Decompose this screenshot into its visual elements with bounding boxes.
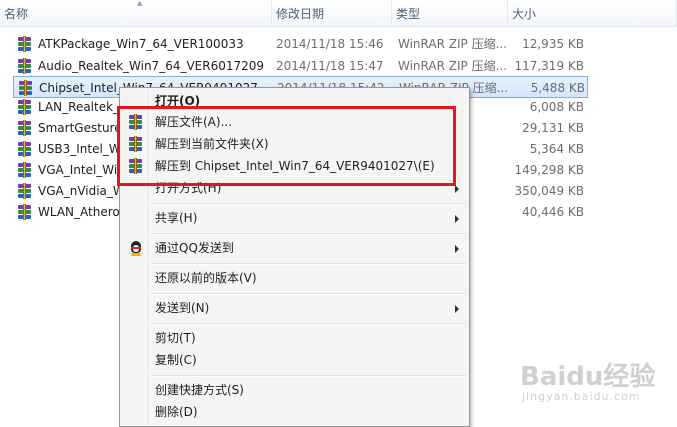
winrar-archive-icon <box>17 120 33 136</box>
file-size: 40,446 KB <box>522 205 584 219</box>
menu-separator <box>151 263 466 265</box>
submenu-arrow-icon <box>455 215 459 223</box>
winrar-archive-icon <box>17 99 33 115</box>
menu-item-share[interactable]: 共享(H) <box>122 207 467 229</box>
column-header-bar: 名称 ▲ 修改日期 类型 大小 <box>0 0 677 27</box>
menu-separator <box>151 203 466 205</box>
file-size: 5,364 KB <box>529 142 584 156</box>
file-type: WinRAR ZIP 压缩... <box>398 59 508 73</box>
menu-item-delete[interactable]: 删除(D) <box>122 401 467 423</box>
menu-item-send-to[interactable]: 发送到(N) <box>122 297 467 319</box>
column-header-type[interactable]: 类型 <box>392 0 508 26</box>
file-size: 149,298 KB <box>514 163 584 177</box>
column-header-name[interactable]: 名称 <box>0 0 272 26</box>
sort-ascending-icon: ▲ <box>137 0 143 7</box>
column-header-size[interactable]: 大小 <box>508 0 677 26</box>
menu-item-create-shortcut[interactable]: 创建快捷方式(S) <box>122 379 467 401</box>
column-header-date[interactable]: 修改日期 <box>272 0 392 26</box>
winrar-archive-icon <box>17 141 33 157</box>
qq-penguin-icon <box>128 240 144 256</box>
file-date: 2014/11/18 15:47 <box>276 59 384 73</box>
file-size: 12,935 KB <box>522 37 584 51</box>
winrar-archive-icon <box>17 162 33 178</box>
winrar-archive-icon <box>17 183 33 199</box>
file-name: ATKPackage_Win7_64_VER100033 <box>38 37 244 51</box>
file-size: 117,319 KB <box>514 59 584 73</box>
winrar-archive-icon <box>17 204 33 220</box>
file-name: Audio_Realtek_Win7_64_VER6017209 <box>38 59 265 73</box>
file-explorer: 名称 ▲ 修改日期 类型 大小 ATKPackage_Win7_64_VER10… <box>0 0 677 427</box>
red-highlight-annotation <box>117 106 456 186</box>
file-size: 350,049 KB <box>514 184 584 198</box>
file-row[interactable]: ATKPackage_Win7_64_VER100033 2014/11/18 … <box>13 33 588 55</box>
winrar-archive-icon <box>17 36 33 52</box>
winrar-archive-icon <box>17 58 33 74</box>
file-size: 6,008 KB <box>529 100 584 114</box>
menu-item-restore-previous-versions[interactable]: 还原以前的版本(V) <box>122 267 467 289</box>
baidu-jingyan-watermark: Baidu经验 jingyan.baidu.com <box>520 362 656 403</box>
menu-item-send-via-qq[interactable]: 通过QQ发送到 <box>122 237 467 259</box>
menu-separator <box>151 375 466 377</box>
menu-item-cut[interactable]: 剪切(T) <box>122 327 467 349</box>
menu-separator <box>151 293 466 295</box>
winrar-archive-icon <box>18 80 34 96</box>
menu-separator <box>151 233 466 235</box>
menu-item-copy[interactable]: 复制(C) <box>122 349 467 371</box>
file-type: WinRAR ZIP 压缩... <box>398 37 508 51</box>
file-row[interactable]: Audio_Realtek_Win7_64_VER6017209 2014/11… <box>13 55 588 77</box>
submenu-arrow-icon <box>455 245 459 253</box>
file-date: 2014/11/18 15:46 <box>276 37 384 51</box>
submenu-arrow-icon <box>455 305 459 313</box>
menu-separator <box>151 323 466 325</box>
file-size: 29,131 KB <box>522 121 584 135</box>
submenu-arrow-icon <box>455 185 459 193</box>
